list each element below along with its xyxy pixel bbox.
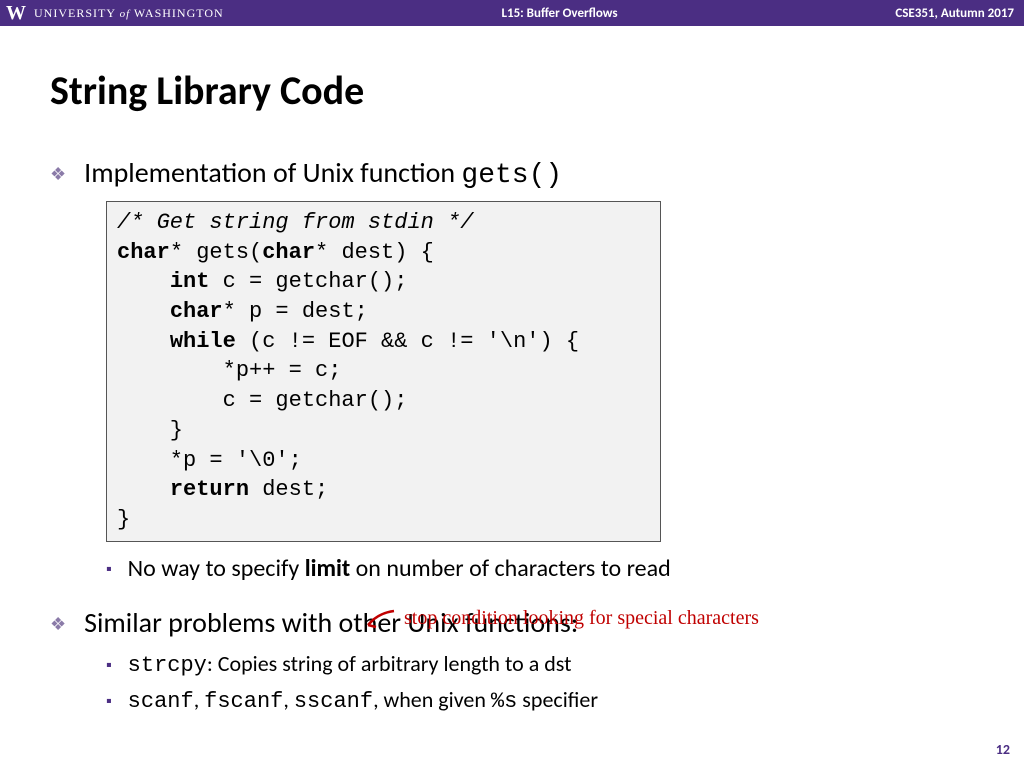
- university-name: UNIVERSITY of WASHINGTON: [34, 6, 224, 21]
- lecture-label: L15: Buffer Overflows: [224, 6, 896, 21]
- annotation-text: stop condition looking for special chara…: [404, 607, 759, 630]
- arrow-icon: [360, 607, 400, 633]
- bullet-text: Implementation of Unix function gets(): [84, 155, 562, 191]
- handwritten-annotation: stop condition looking for special chara…: [360, 607, 759, 633]
- header-left: W UNIVERSITY of WASHINGTON: [0, 2, 224, 25]
- diamond-icon: ❖: [50, 613, 66, 635]
- sub-bullet-text: scanf, fscanf, sscanf, when given %s spe…: [128, 686, 598, 714]
- square-icon: ▪: [106, 560, 112, 579]
- sub-bullet-text: No way to specify limit on number of cha…: [128, 554, 671, 583]
- square-icon: ▪: [106, 656, 112, 675]
- course-label: CSE351, Autumn 2017: [895, 6, 1024, 21]
- code-block: /* Get string from stdin */ char* gets(c…: [106, 201, 661, 542]
- uw-logo-icon: W: [6, 2, 26, 25]
- sub-bullet-text: strcpy: Copies string of arbitrary lengt…: [128, 650, 572, 678]
- square-icon: ▪: [106, 692, 112, 711]
- sub-bullet-strcpy: ▪ strcpy: Copies string of arbitrary len…: [106, 650, 974, 678]
- sub-bullet-scanf: ▪ scanf, fscanf, sscanf, when given %s s…: [106, 686, 974, 714]
- bullet-implementation: ❖ Implementation of Unix function gets(): [50, 155, 974, 191]
- page-number: 12: [996, 741, 1010, 758]
- slide-header: W UNIVERSITY of WASHINGTON L15: Buffer O…: [0, 0, 1024, 26]
- sub-bullet-limit: ▪ No way to specify limit on number of c…: [106, 554, 974, 583]
- slide-title: String Library Code: [50, 66, 974, 115]
- diamond-icon: ❖: [50, 163, 66, 185]
